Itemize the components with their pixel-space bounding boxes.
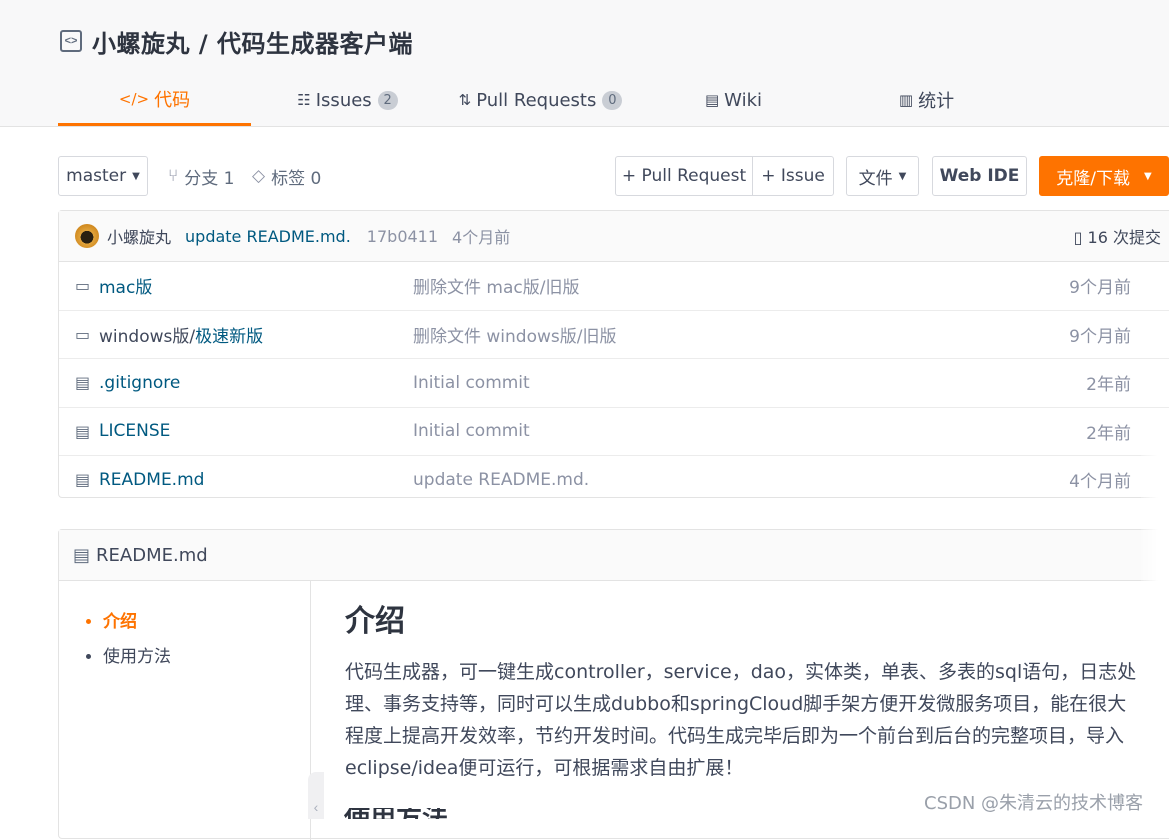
file-time: 9个月前 — [1069, 278, 1131, 299]
clone-download-button[interactable]: 克隆/下载 ▼ — [1039, 156, 1169, 196]
file-menu-button[interactable]: 文件 ▼ — [846, 156, 919, 196]
repo-name[interactable]: 小螺旋丸 / 代码生成器客户端 — [92, 24, 413, 59]
tab-label: Pull Requests — [476, 89, 597, 111]
watermark: CSDN @朱清云的技术博客 — [924, 793, 1144, 814]
commit-author[interactable]: 小螺旋丸 — [107, 224, 171, 248]
code-brackets-icon: <> — [60, 30, 82, 52]
tab-pull-requests[interactable]: ⇅ Pull Requests 0 — [444, 74, 637, 126]
tab-stats[interactable]: ▥ 统计 — [830, 74, 1023, 126]
file-name-dir: windows版/ — [99, 326, 196, 347]
file-time: 2年前 — [1086, 423, 1131, 444]
table-row: ▤ .gitignore Initial commit 2年前 — [59, 359, 1169, 408]
toc-item[interactable]: 介绍 — [103, 605, 310, 640]
issues-icon: ☷ — [297, 91, 311, 109]
repo-tabs: </> 代码 ☷ Issues 2 ⇅ Pull Requests 0 ▤ Wi… — [58, 74, 1169, 126]
tab-label: Wiki — [724, 89, 762, 111]
bar-chart-icon: ▥ — [898, 91, 914, 109]
table-row: ▭ windows版/极速新版 删除文件 windows版/旧版 9个月前 — [59, 311, 1169, 359]
branch-select[interactable]: master ▼ — [58, 156, 148, 196]
latest-commit-row: 小螺旋丸 update README.md. 17b0411 4个月前 ▯ 16… — [59, 211, 1169, 262]
file-commit-message[interactable]: update README.md. — [413, 470, 589, 490]
new-pull-request-button[interactable]: + Pull Request — [615, 156, 753, 196]
table-row: ▤ README.md update README.md. 4个月前 — [59, 456, 1169, 504]
readme-heading: 介绍 — [345, 604, 405, 639]
commits-icon: ▯ — [1073, 228, 1083, 247]
commit-message[interactable]: update README.md. — [185, 227, 351, 246]
folder-icon: ▭ — [75, 324, 91, 344]
branch-icon: ⑂ — [168, 166, 179, 186]
caret-down-icon: ▼ — [132, 170, 140, 182]
tab-label: 统计 — [918, 91, 955, 112]
readme-next-heading: 使用方法 — [344, 808, 448, 819]
commit-count: 16 次提交 — [1087, 228, 1161, 247]
folder-icon: ▭ — [75, 276, 91, 296]
toc-item[interactable]: 使用方法 — [103, 640, 310, 675]
table-row: ▭ mac版 删除文件 mac版/旧版 9个月前 — [59, 262, 1169, 311]
tab-code[interactable]: </> 代码 — [58, 74, 251, 126]
repo-toolbar: master ▼ ⑂ 分支 1 ◇ 标签 0 + Pull Request + … — [0, 156, 1169, 196]
file-name[interactable]: LICENSE — [99, 421, 170, 441]
file-icon: ▤ — [75, 470, 91, 490]
tab-issues[interactable]: ☷ Issues 2 — [251, 74, 444, 126]
new-issue-button[interactable]: + Issue — [752, 156, 834, 196]
issues-count-badge: 2 — [377, 90, 398, 110]
file-table: 小螺旋丸 update README.md. 17b0411 4个月前 ▯ 16… — [58, 210, 1169, 498]
collapse-toc-handle[interactable]: ‹ — [308, 772, 324, 819]
wiki-book-icon: ▤ — [704, 91, 720, 109]
caret-down-icon: ▼ — [1144, 170, 1152, 182]
branch-label: master — [66, 166, 127, 186]
readme-header: ▤ README.md — [59, 530, 1169, 581]
file-name[interactable]: .gitignore — [99, 373, 180, 393]
chevron-left-icon: ‹ — [313, 799, 319, 815]
repo-header: <> 小螺旋丸 / 代码生成器客户端 </> 代码 ☷ Issues 2 ⇅ P… — [0, 0, 1169, 127]
scroll-shadow — [1141, 430, 1169, 819]
file-icon: ▤ — [75, 373, 91, 393]
commit-time: 4个月前 — [452, 228, 511, 247]
file-menu-label: 文件 — [858, 168, 893, 189]
readme-title: README.md — [96, 544, 208, 566]
table-row: ▤ LICENSE Initial commit 2年前 — [59, 408, 1169, 456]
code-icon: </> — [118, 89, 150, 108]
file-commit-message[interactable]: 删除文件 windows版/旧版 — [413, 322, 617, 347]
pr-count-badge: 0 — [602, 90, 623, 110]
web-ide-button[interactable]: Web IDE — [932, 156, 1027, 196]
tags-label: 标签 0 — [271, 168, 322, 189]
file-name[interactable]: mac版 — [99, 273, 152, 298]
tab-wiki[interactable]: ▤ Wiki — [637, 74, 830, 126]
file-name[interactable]: windows版/极速新版 — [99, 322, 263, 347]
file-name-leaf: 极速新版 — [195, 326, 264, 347]
tag-icon: ◇ — [252, 166, 266, 186]
file-commit-message[interactable]: 删除文件 mac版/旧版 — [413, 273, 579, 298]
tags-link[interactable]: ◇ 标签 0 — [252, 156, 321, 196]
file-time: 9个月前 — [1069, 326, 1131, 347]
file-time: 4个月前 — [1069, 472, 1131, 493]
tab-label: 代码 — [154, 89, 191, 111]
clone-label: 克隆/下载 — [1056, 168, 1131, 189]
file-icon: ▤ — [75, 421, 91, 441]
pull-request-icon: ⇅ — [458, 91, 472, 109]
caret-down-icon: ▼ — [898, 170, 907, 182]
file-commit-message[interactable]: Initial commit — [413, 421, 530, 441]
branches-link[interactable]: ⑂ 分支 1 — [168, 156, 234, 196]
file-commit-message[interactable]: Initial commit — [413, 373, 530, 393]
commit-hash[interactable]: 17b0411 — [367, 227, 438, 246]
file-time: 2年前 — [1086, 375, 1131, 396]
readme-toc: 介绍 使用方法 — [59, 581, 311, 840]
commit-count-link[interactable]: ▯ 16 次提交 — [1074, 224, 1161, 248]
readme-content: 介绍 代码生成器，可一键生成controller，service，dao，实体类… — [345, 596, 1145, 784]
readme-paragraph: 代码生成器，可一键生成controller，service，dao，实体类，单表… — [345, 661, 1137, 779]
repo-title: <> 小螺旋丸 / 代码生成器客户端 — [60, 24, 413, 59]
tab-label: Issues — [315, 89, 372, 111]
branches-label: 分支 1 — [184, 168, 235, 189]
file-icon: ▤ — [73, 544, 91, 566]
avatar[interactable] — [75, 224, 99, 248]
file-name[interactable]: README.md — [99, 470, 204, 490]
